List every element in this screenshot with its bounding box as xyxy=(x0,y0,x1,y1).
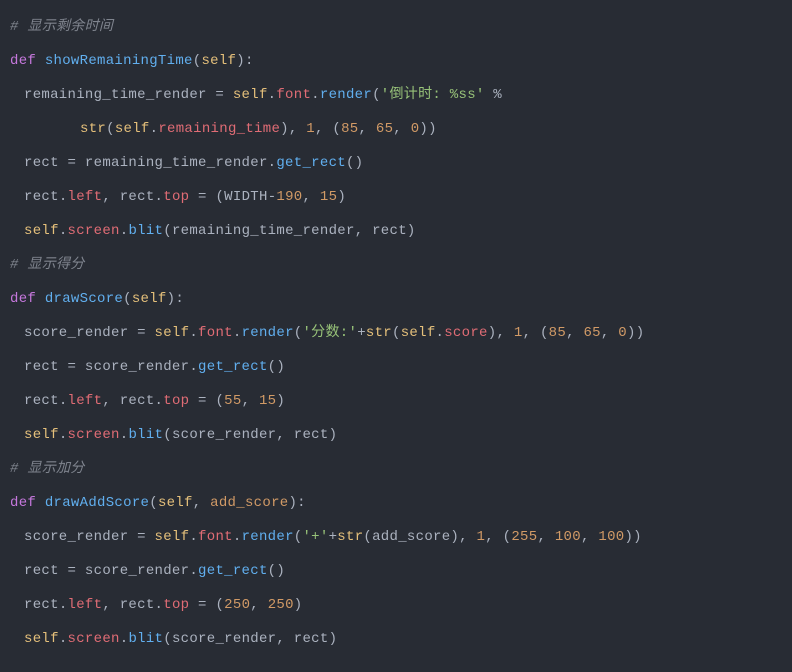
self-param: self xyxy=(201,53,236,69)
string-literal: '分数:' xyxy=(302,325,357,341)
code-line: def showRemainingTime(self): xyxy=(0,44,792,78)
code-line: self.screen.blit(score_render, rect) xyxy=(0,622,792,656)
function-name: drawAddScore xyxy=(45,495,149,511)
string-literal: '倒计时: %ss' xyxy=(381,87,485,103)
code-line: rect = score_render.get_rect() xyxy=(0,554,792,588)
variable: remaining_time_render xyxy=(24,87,207,103)
code-line: rect.left, rect.top = (WIDTH-190, 15) xyxy=(0,180,792,214)
comment: # 显示得分 xyxy=(10,257,85,273)
keyword-def: def xyxy=(10,53,36,69)
code-line: score_render = self.font.render('+'+str(… xyxy=(0,520,792,554)
code-line: def drawAddScore(self, add_score): xyxy=(0,486,792,520)
code-line: # 显示得分 xyxy=(0,248,792,282)
function-name: drawScore xyxy=(45,291,123,307)
code-line: rect.left, rect.top = (55, 15) xyxy=(0,384,792,418)
code-line: self.screen.blit(score_render, rect) xyxy=(0,418,792,452)
string-literal: '+' xyxy=(302,529,328,545)
code-line: str(self.remaining_time), 1, (85, 65, 0)… xyxy=(0,112,792,146)
code-editor[interactable]: # 显示剩余时间 def showRemainingTime(self): re… xyxy=(0,10,792,656)
code-line: remaining_time_render = self.font.render… xyxy=(0,78,792,112)
function-name: showRemainingTime xyxy=(45,53,193,69)
code-line: def drawScore(self): xyxy=(0,282,792,316)
code-line: rect = remaining_time_render.get_rect() xyxy=(0,146,792,180)
code-line: # 显示加分 xyxy=(0,452,792,486)
code-line: rect = score_render.get_rect() xyxy=(0,350,792,384)
comment: # 显示加分 xyxy=(10,461,85,477)
code-line: # 显示剩余时间 xyxy=(0,10,792,44)
comment: # 显示剩余时间 xyxy=(10,19,113,35)
code-line: score_render = self.font.render('分数:'+st… xyxy=(0,316,792,350)
code-line: self.screen.blit(remaining_time_render, … xyxy=(0,214,792,248)
code-line: rect.left, rect.top = (250, 250) xyxy=(0,588,792,622)
